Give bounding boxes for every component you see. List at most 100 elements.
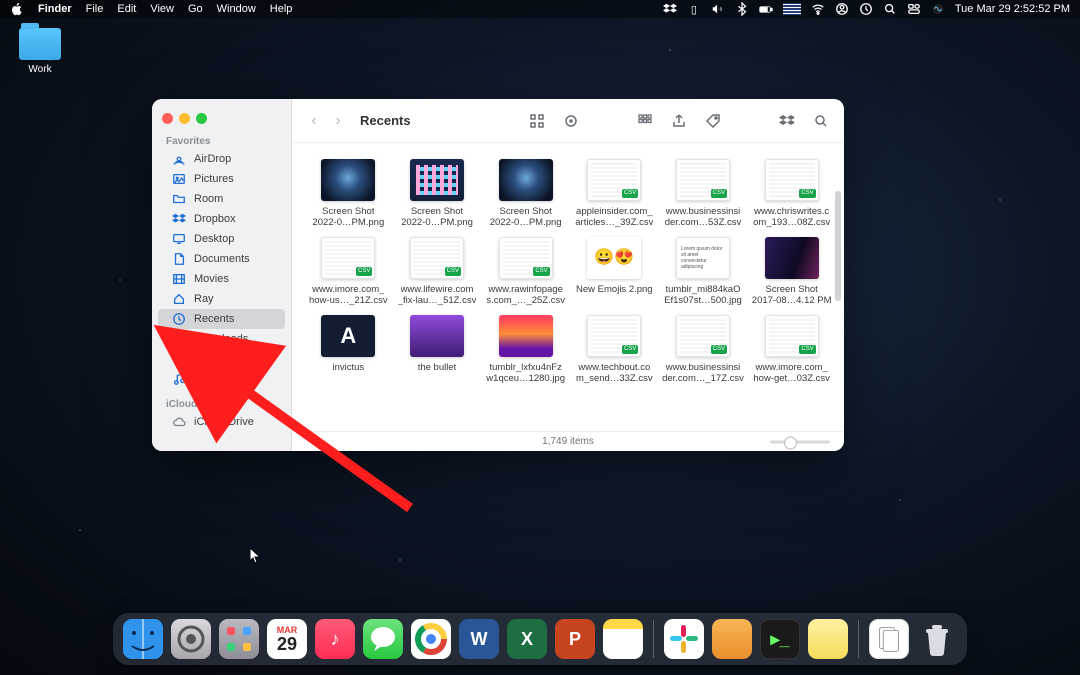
nav-back[interactable]: ‹ <box>304 112 324 130</box>
file-item[interactable]: www.lifewire.com_fix-lau…_51Z.csv <box>395 237 480 307</box>
flag-icon[interactable] <box>783 2 801 16</box>
close-button[interactable] <box>162 113 173 124</box>
file-item[interactable]: Screen Shot2017-08…4.12 PM <box>749 237 834 307</box>
dock-chrome[interactable] <box>411 619 451 659</box>
dropbox-button[interactable] <box>776 110 798 132</box>
dock-terminal[interactable]: ▸_ <box>760 619 800 659</box>
sidebar-item-label: Documents <box>194 253 250 265</box>
bluetooth-icon[interactable] <box>735 2 749 16</box>
file-item[interactable]: www.imore.com_how-us…_21Z.csv <box>306 237 391 307</box>
siri-icon[interactable] <box>931 2 945 16</box>
dock-finder[interactable] <box>123 619 163 659</box>
file-name-line1: New Emojis 2.png <box>576 285 653 296</box>
dock-excel[interactable]: X <box>507 619 547 659</box>
status-icon[interactable]: ▯ <box>687 2 701 16</box>
file-item[interactable]: www.businessinsider.com…53Z.csv <box>661 159 746 229</box>
toolbar: ‹ › Recents <box>292 99 844 143</box>
wifi-icon[interactable] <box>811 2 825 16</box>
tag-button[interactable] <box>702 110 724 132</box>
sidebar-item-recents[interactable]: Recents <box>158 309 285 329</box>
sidebar-item-ray[interactable]: Ray <box>158 289 285 309</box>
file-name-line1: www.imore.com_ <box>755 363 827 374</box>
file-item[interactable]: www.imore.com_how-get…03Z.csv <box>749 315 834 385</box>
dock-settings[interactable] <box>171 619 211 659</box>
group-button[interactable] <box>560 110 582 132</box>
desktop-folder-work[interactable]: Work <box>10 28 70 75</box>
file-item[interactable]: www.chriswrites.com_193…08Z.csv <box>749 159 834 229</box>
dock-recent-docs[interactable] <box>869 619 909 659</box>
battery-icon[interactable] <box>759 2 773 16</box>
search-button[interactable] <box>810 110 832 132</box>
spotlight-icon[interactable] <box>883 2 897 16</box>
dock-slack[interactable] <box>664 619 704 659</box>
sidebar-item-music[interactable]: Music <box>158 369 285 389</box>
dock-calendar[interactable]: MAR29 <box>267 619 307 659</box>
sidebar-item-dropbox[interactable]: Dropbox <box>158 209 285 229</box>
nav-forward[interactable]: › <box>328 112 348 130</box>
scrollbar[interactable] <box>835 191 841 301</box>
sidebar-item-movies[interactable]: Movies <box>158 269 285 289</box>
dock-messages[interactable] <box>363 619 403 659</box>
view-mode-button[interactable] <box>526 110 548 132</box>
file-name-line1: Screen Shot <box>500 207 552 218</box>
sidebar-item-room[interactable]: Room <box>158 189 285 209</box>
file-thumbnail <box>410 159 464 201</box>
sidebar-item-icloud-drive[interactable]: iCloud Drive <box>158 412 285 432</box>
control-center-icon[interactable] <box>907 2 921 16</box>
user-icon[interactable] <box>835 2 849 16</box>
file-item[interactable]: Lorem ipsum dolor sit amet consectetur a… <box>661 237 746 307</box>
sidebar-item-downloads[interactable]: Downloads <box>158 329 285 349</box>
file-item[interactable]: www.rawinfopages.com_…_25Z.csv <box>483 237 568 307</box>
menu-window[interactable]: Window <box>217 3 256 15</box>
dock-notes[interactable] <box>603 619 643 659</box>
file-name-line2: 2022-0…PM.png <box>490 218 562 229</box>
file-item[interactable]: Screen Shot2022-0…PM.png <box>483 159 568 229</box>
file-item[interactable]: the bullet <box>395 315 480 385</box>
menu-edit[interactable]: Edit <box>117 3 136 15</box>
timemachine-icon[interactable] <box>859 2 873 16</box>
cloud-icon <box>172 415 186 429</box>
sidebar-item-applications[interactable]: Applications <box>158 349 285 369</box>
file-name-line1: www.chriswrites.c <box>754 207 829 218</box>
sidebar-item-desktop[interactable]: Desktop <box>158 229 285 249</box>
volume-icon[interactable] <box>711 2 725 16</box>
dock-word[interactable]: W <box>459 619 499 659</box>
menu-go[interactable]: Go <box>188 3 203 15</box>
menubar-app-name[interactable]: Finder <box>38 3 72 15</box>
sidebar-item-airdrop[interactable]: AirDrop <box>158 149 285 169</box>
file-name-line1: www.businessinsi <box>666 207 740 218</box>
file-name-line1: www.lifewire.com <box>401 285 474 296</box>
file-item[interactable]: www.businessinsider.com…_17Z.csv <box>661 315 746 385</box>
file-item[interactable]: Screen Shot2022-0…PM.png <box>395 159 480 229</box>
dock-music[interactable]: ♪ <box>315 619 355 659</box>
file-name-line2: der.com…53Z.csv <box>665 218 742 229</box>
sidebar-item-documents[interactable]: Documents <box>158 249 285 269</box>
sidebar-item-label: Music <box>194 373 223 385</box>
menubar: Finder File Edit View Go Window Help ▯ T… <box>0 0 1080 18</box>
menu-help[interactable]: Help <box>270 3 293 15</box>
menu-file[interactable]: File <box>86 3 104 15</box>
dock-launchpad[interactable] <box>219 619 259 659</box>
menu-view[interactable]: View <box>150 3 174 15</box>
dock-app-orange[interactable] <box>712 619 752 659</box>
file-item[interactable]: Screen Shot2022-0…PM.png <box>306 159 391 229</box>
dock-trash[interactable] <box>917 619 957 659</box>
file-item[interactable]: tumblr_lxfxu4nFzw1qceu…1280.jpg <box>483 315 568 385</box>
file-item[interactable]: 😀😍New Emojis 2.png <box>572 237 657 307</box>
sidebar-item-label: Applications <box>194 353 253 365</box>
apple-menu-icon[interactable] <box>10 2 24 16</box>
share-button[interactable] <box>668 110 690 132</box>
minimize-button[interactable] <box>179 113 190 124</box>
file-item[interactable]: www.techbout.com_send…33Z.csv <box>572 315 657 385</box>
file-name-line2: how-us…_21Z.csv <box>309 296 388 307</box>
file-item[interactable]: appleinsider.com_articles…_39Z.csv <box>572 159 657 229</box>
sidebar-item-pictures[interactable]: Pictures <box>158 169 285 189</box>
dock-powerpoint[interactable]: P <box>555 619 595 659</box>
sort-button[interactable] <box>634 110 656 132</box>
menubar-datetime[interactable]: Tue Mar 29 2:52:52 PM <box>955 3 1070 15</box>
icon-size-slider[interactable] <box>770 440 830 443</box>
file-item[interactable]: Ainvictus <box>306 315 391 385</box>
dock-stickies[interactable] <box>808 619 848 659</box>
zoom-button[interactable] <box>196 113 207 124</box>
dropbox-status-icon[interactable] <box>663 2 677 16</box>
